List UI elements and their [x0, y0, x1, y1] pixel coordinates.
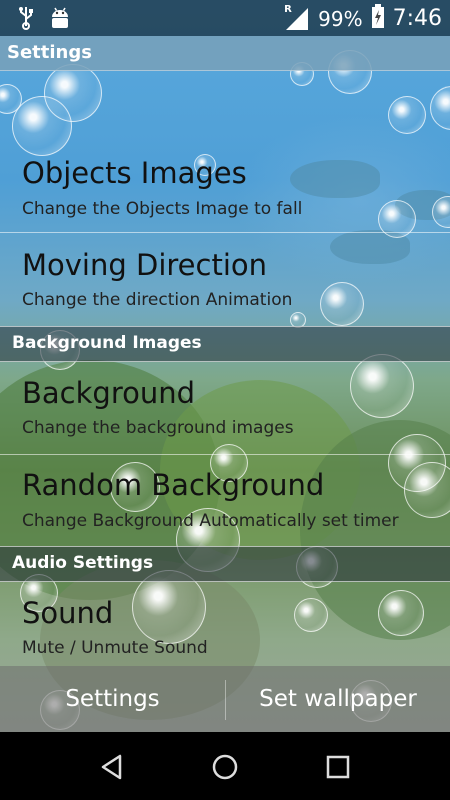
- pref-objects-images[interactable]: Objects Images Change the Objects Image …: [0, 140, 450, 232]
- bubble: [44, 64, 102, 122]
- pref-title: Moving Direction: [22, 248, 267, 282]
- pref-title: Background: [22, 376, 196, 410]
- recents-icon[interactable]: [323, 752, 353, 782]
- battery-percent: 99%: [318, 6, 363, 31]
- pref-subtitle: Change the Objects Image to fall: [22, 199, 303, 219]
- pref-title: Random Background: [22, 468, 325, 502]
- pref-title: Objects Images: [22, 156, 247, 190]
- section-header-audio-settings: Audio Settings: [0, 546, 450, 582]
- section-title: Background Images: [12, 333, 202, 353]
- settings-header: Settings: [0, 36, 450, 71]
- pref-title: Sound: [22, 596, 114, 630]
- section-header-background-images: Background Images: [0, 326, 450, 362]
- pref-subtitle: Change the direction Animation: [22, 290, 293, 310]
- clock: 7:46: [392, 6, 442, 31]
- pref-subtitle: Change the background images: [22, 418, 294, 438]
- usb-icon: [18, 6, 34, 34]
- settings-button[interactable]: Settings: [0, 666, 225, 732]
- navigation-bar: [0, 732, 450, 800]
- status-bar: R 99% 7:46: [0, 0, 450, 36]
- home-icon[interactable]: [210, 752, 240, 782]
- signal-icon: R: [284, 3, 310, 32]
- page-title: Settings: [7, 42, 92, 63]
- pref-moving-direction[interactable]: Moving Direction Change the direction An…: [0, 233, 450, 326]
- bubble: [430, 86, 450, 130]
- pref-subtitle: Change Background Automatically set time…: [22, 511, 399, 531]
- back-icon[interactable]: [98, 752, 128, 782]
- android-debug-icon: [48, 6, 72, 34]
- pref-sound[interactable]: Sound Mute / Unmute Sound: [0, 581, 450, 666]
- section-title: Audio Settings: [12, 553, 154, 573]
- battery-charging-icon: [371, 4, 385, 33]
- set-wallpaper-button[interactable]: Set wallpaper: [226, 666, 450, 732]
- bubble: [388, 96, 426, 134]
- pref-background[interactable]: Background Change the background images: [0, 361, 450, 454]
- pref-subtitle: Mute / Unmute Sound: [22, 638, 208, 658]
- roaming-label: R: [284, 3, 292, 15]
- pref-random-background[interactable]: Random Background Change Background Auto…: [0, 455, 450, 546]
- bottom-action-bar: Settings Set wallpaper: [0, 666, 450, 732]
